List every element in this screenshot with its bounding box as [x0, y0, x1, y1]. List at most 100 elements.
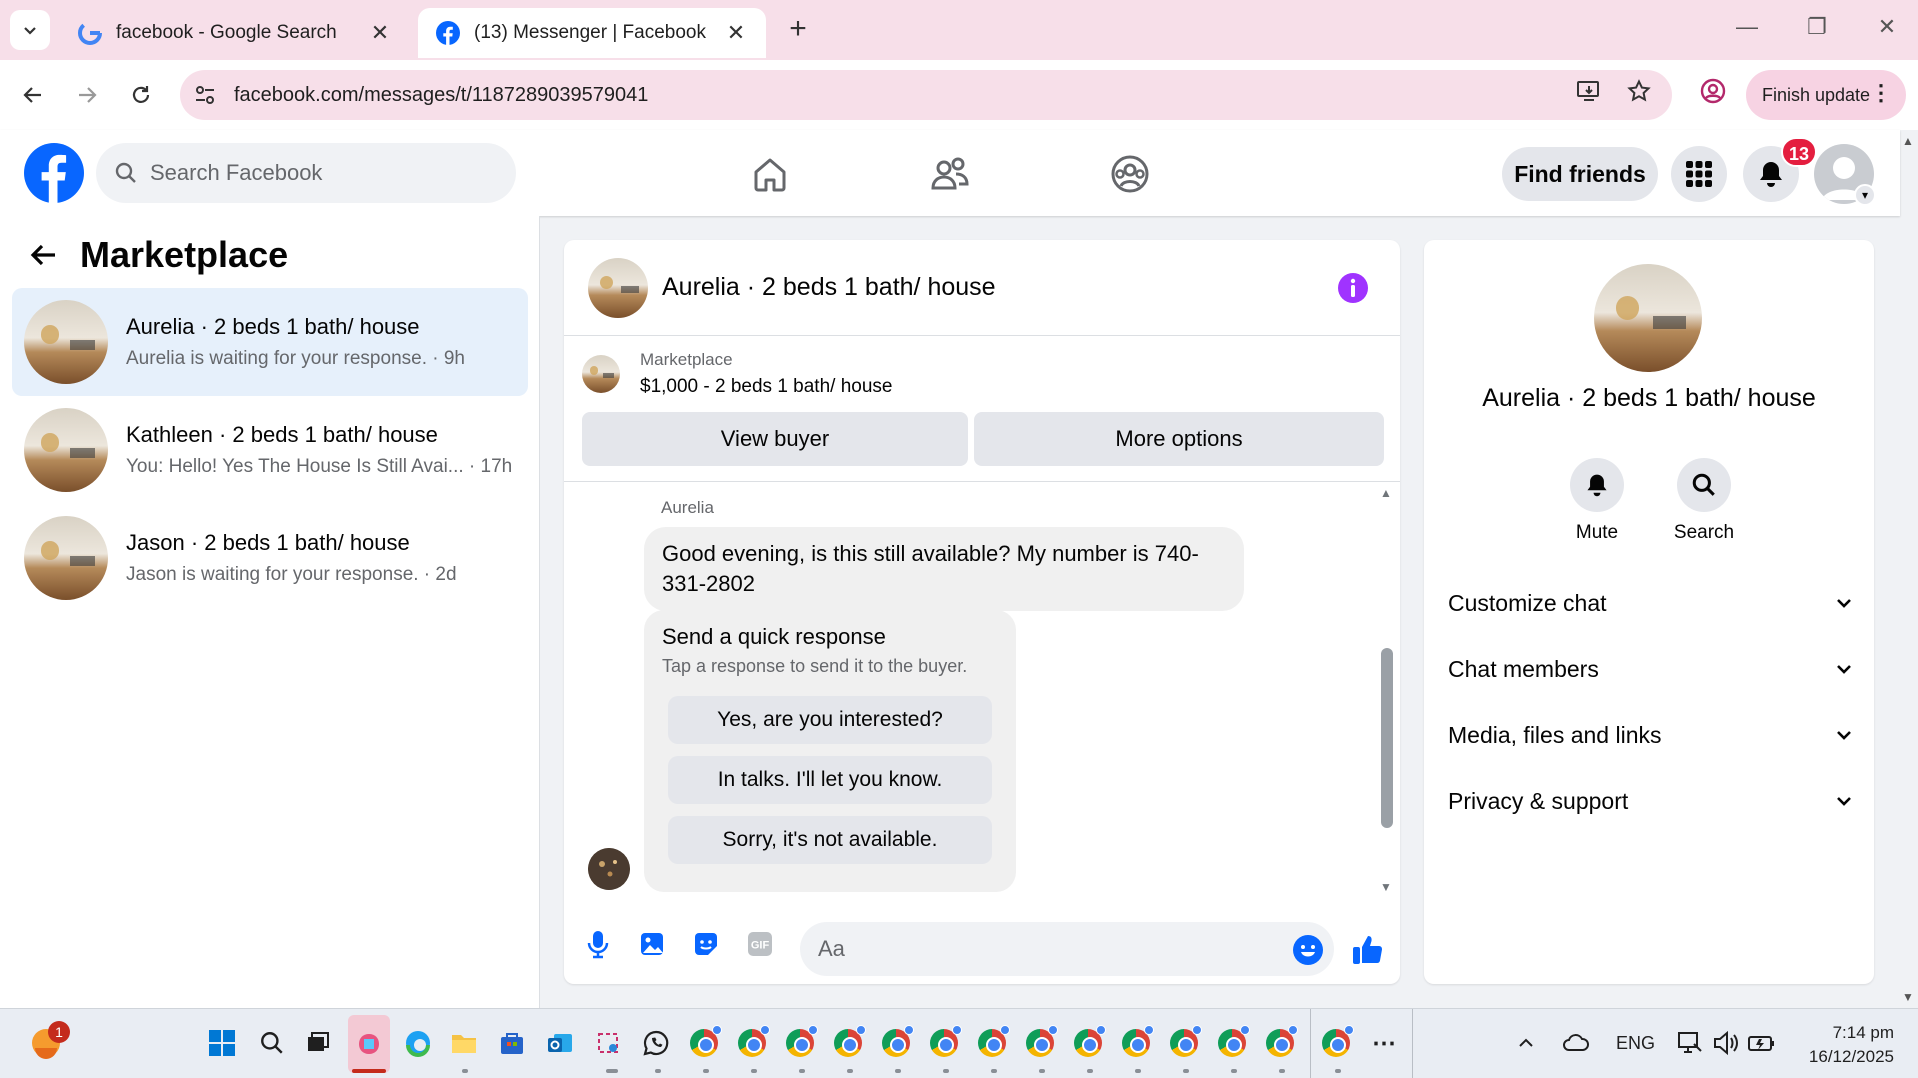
facebook-search-input[interactable]: Search Facebook: [96, 143, 516, 203]
chrome-window-icon[interactable]: [878, 1025, 914, 1061]
tab-search-button[interactable]: [10, 10, 50, 50]
back-arrow-icon[interactable]: [28, 240, 58, 270]
chrome-window-icon[interactable]: [782, 1025, 818, 1061]
bookmark-star-icon[interactable]: [1622, 74, 1656, 108]
nav-friends[interactable]: [926, 150, 974, 198]
chrome-window-icon[interactable]: [1070, 1025, 1106, 1061]
task-view-icon[interactable]: [300, 1025, 336, 1061]
microsoft-store-icon[interactable]: [494, 1025, 530, 1061]
onedrive-icon[interactable]: [1558, 1025, 1594, 1061]
close-window-icon[interactable]: ✕: [1872, 14, 1902, 40]
conversation-item[interactable]: Jason · 2 beds 1 bath/ house Jason is wa…: [12, 504, 528, 612]
close-tab-icon[interactable]: ✕: [368, 20, 392, 46]
gif-button[interactable]: GIF: [742, 926, 778, 962]
chat-scrollbar[interactable]: [1381, 648, 1393, 828]
nav-groups[interactable]: [1106, 150, 1154, 198]
site-settings-icon[interactable]: [194, 84, 216, 106]
running-indicator: [1039, 1069, 1045, 1073]
chrome-window-icon[interactable]: [830, 1025, 866, 1061]
thumbs-up-icon[interactable]: [1350, 932, 1386, 968]
message-input[interactable]: Aa: [800, 922, 1334, 976]
chevron-down-icon[interactable]: ▾: [1854, 184, 1876, 206]
chrome-window-icon[interactable]: [1214, 1025, 1250, 1061]
section-privacy-support[interactable]: Privacy & support: [1448, 776, 1854, 826]
chrome-window-icon[interactable]: [686, 1025, 722, 1061]
mute-button[interactable]: Mute: [1557, 458, 1637, 544]
running-indicator: [751, 1069, 757, 1073]
chat-avatar[interactable]: [588, 257, 648, 318]
back-button[interactable]: [14, 76, 52, 114]
chat-info-avatar[interactable]: [1594, 264, 1702, 372]
minimize-icon[interactable]: —: [1732, 14, 1762, 40]
page-scroll-down-icon[interactable]: ▼: [1902, 990, 1914, 1004]
facebook-logo-icon[interactable]: [24, 143, 84, 203]
section-media-files-links[interactable]: Media, files and links: [1448, 710, 1854, 760]
language-indicator[interactable]: ENG: [1616, 1033, 1655, 1054]
sticker-button[interactable]: [688, 926, 724, 962]
chrome-window-icon[interactable]: [1022, 1025, 1058, 1061]
restore-icon[interactable]: ❐: [1802, 14, 1832, 40]
nav-home[interactable]: [746, 150, 794, 198]
menu-button[interactable]: [1671, 146, 1727, 202]
chrome-profile-icon[interactable]: [1696, 74, 1730, 108]
volume-icon[interactable]: [1708, 1025, 1744, 1061]
conversation-snippet: Aurelia is waiting for your response. · …: [126, 348, 465, 369]
snipping-tool-icon[interactable]: [590, 1025, 626, 1061]
more-options-button[interactable]: More options: [974, 412, 1384, 466]
copilot-icon[interactable]: [348, 1015, 390, 1073]
section-chat-members[interactable]: Chat members: [1448, 644, 1854, 694]
attach-photo-button[interactable]: [634, 926, 670, 962]
reload-button[interactable]: [122, 76, 160, 114]
finish-update-button[interactable]: Finish update ⋮: [1746, 70, 1906, 120]
voice-clip-button[interactable]: [580, 926, 616, 962]
network-icon[interactable]: [1672, 1025, 1708, 1061]
quick-response-button[interactable]: Yes, are you interested?: [668, 696, 992, 744]
tab-messenger[interactable]: (13) Messenger | Facebook ✕: [418, 8, 766, 58]
conversation-item[interactable]: Kathleen · 2 beds 1 bath/ house You: Hel…: [12, 396, 528, 504]
chrome-window-icon[interactable]: [974, 1025, 1010, 1061]
taskbar-search-icon[interactable]: [254, 1025, 290, 1061]
quick-response-button[interactable]: Sorry, it's not available.: [668, 816, 992, 864]
quick-response-card: Send a quick response Tap a response to …: [644, 610, 1016, 892]
forward-button[interactable]: [68, 76, 106, 114]
find-friends-button[interactable]: Find friends: [1502, 147, 1658, 201]
quick-response-button[interactable]: In talks. I'll let you know.: [668, 756, 992, 804]
outlook-icon[interactable]: [542, 1025, 578, 1061]
conversation-item[interactable]: Aurelia · 2 beds 1 bath/ house Aurelia i…: [12, 288, 528, 396]
windows-start-icon[interactable]: [204, 1025, 240, 1061]
running-indicator: [703, 1069, 709, 1073]
message-bubble[interactable]: Good evening, is this still available? M…: [644, 527, 1244, 611]
page-scroll-up-icon[interactable]: ▲: [1902, 134, 1914, 148]
chrome-window-icon[interactable]: [1166, 1025, 1202, 1061]
search-in-chat-button[interactable]: Search: [1664, 458, 1744, 544]
view-buyer-button[interactable]: View buyer: [582, 412, 968, 466]
chrome-window-icon[interactable]: [734, 1025, 770, 1061]
chrome-window-icon[interactable]: [926, 1025, 962, 1061]
chrome-window-icon[interactable]: [1318, 1025, 1354, 1061]
system-clock[interactable]: 7:14 pm 16/12/2025: [1798, 1021, 1894, 1069]
new-tab-button[interactable]: +: [780, 12, 816, 48]
address-bar[interactable]: facebook.com/messages/t/1187289039579041: [180, 70, 1672, 120]
more-apps-icon[interactable]: ⋯: [1366, 1025, 1402, 1061]
emoji-icon[interactable]: [1292, 934, 1324, 966]
panel-header: Marketplace: [28, 234, 288, 276]
chrome-window-icon[interactable]: [1118, 1025, 1154, 1061]
running-indicator: [991, 1069, 997, 1073]
scroll-down-icon[interactable]: ▼: [1380, 880, 1392, 894]
section-customize-chat[interactable]: Customize chat: [1448, 578, 1854, 628]
whatsapp-icon[interactable]: [638, 1025, 674, 1061]
close-tab-icon[interactable]: ✕: [724, 20, 748, 46]
tab-google-search[interactable]: facebook - Google Search ✕: [60, 8, 410, 58]
edge-browser-icon[interactable]: [400, 1025, 436, 1061]
install-app-icon[interactable]: [1572, 74, 1606, 108]
chevron-down-icon: [1837, 731, 1851, 740]
chat-title[interactable]: Aurelia · 2 beds 1 bath/ house: [662, 273, 996, 302]
taskbar-separator: [1412, 1009, 1413, 1078]
sender-avatar[interactable]: [588, 848, 630, 890]
scroll-up-icon[interactable]: ▲: [1380, 486, 1392, 500]
file-explorer-icon[interactable]: [446, 1025, 482, 1061]
info-icon[interactable]: [1337, 272, 1369, 304]
show-hidden-icons-icon[interactable]: [1508, 1025, 1544, 1061]
battery-icon[interactable]: [1744, 1025, 1780, 1061]
chrome-window-icon[interactable]: [1262, 1025, 1298, 1061]
